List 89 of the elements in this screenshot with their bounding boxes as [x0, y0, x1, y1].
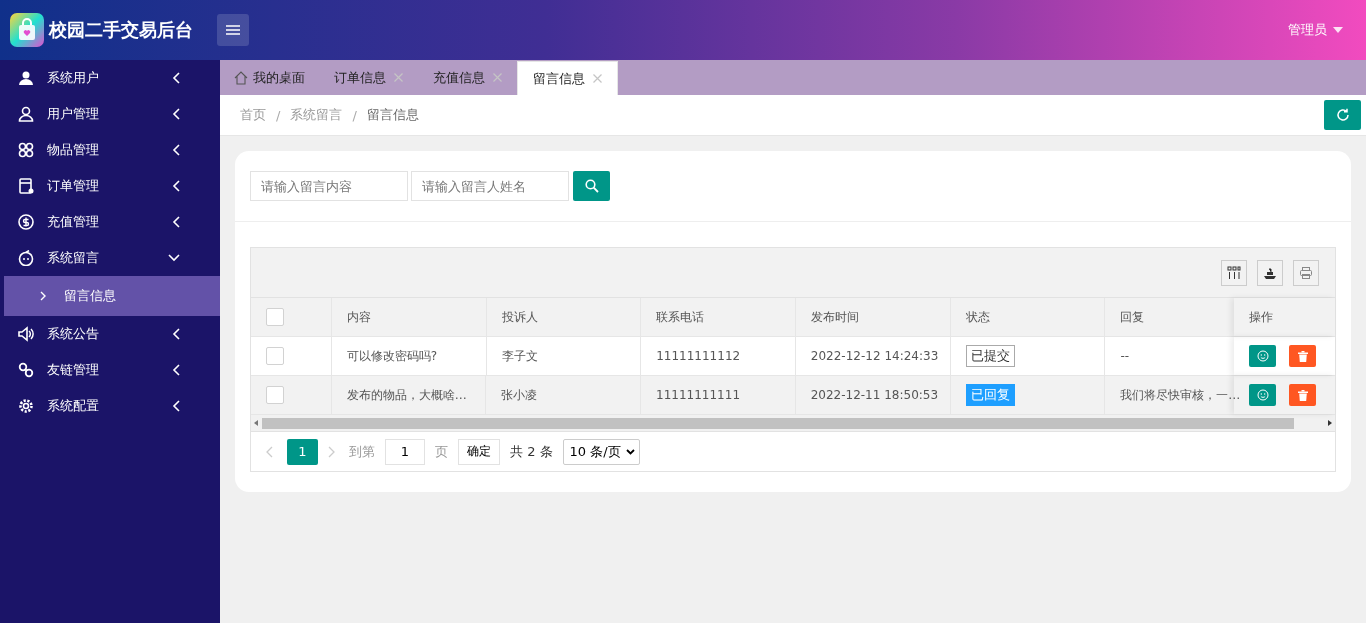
table-cell: 2022-12-12 14:24:33	[810, 349, 939, 363]
column-header: 回复	[1119, 308, 1146, 326]
search-field[interactable]: 请输入留言内容	[250, 171, 408, 201]
scrollbar-thumb[interactable]	[262, 417, 1294, 429]
sidebar-item[interactable]: 订单管理	[0, 168, 220, 204]
chevron-right-icon	[328, 445, 335, 458]
table-cell: 11111111111	[656, 388, 740, 402]
table-cell: 发布的物品，大概啥…	[346, 386, 467, 404]
home-icon	[234, 70, 248, 85]
status-tag: 已回复	[965, 384, 1015, 406]
refresh-button[interactable]	[1324, 100, 1361, 130]
page-input[interactable]: 1	[385, 438, 425, 465]
gear-icon	[18, 398, 34, 414]
ship-icon	[1263, 265, 1277, 280]
goto-label: 到第	[349, 442, 375, 461]
smiley-icon	[1256, 389, 1269, 401]
caret-down-icon	[1333, 27, 1343, 33]
smiley-icon	[18, 250, 34, 266]
table-cell: 李子文	[501, 347, 538, 365]
column-header: 内容	[331, 298, 487, 336]
shopping-bag-logo-icon	[10, 13, 44, 47]
table-cell: 可以修改密码吗?	[346, 347, 438, 365]
table-cell: --	[1120, 349, 1130, 363]
printer-icon	[1299, 265, 1313, 280]
sidebar-item[interactable]: 物品管理	[0, 132, 220, 168]
tab[interactable]: 订单信息	[319, 60, 418, 95]
caret-down-icon	[625, 448, 635, 455]
speaker-icon	[18, 326, 34, 342]
tab[interactable]: 充值信息	[418, 60, 517, 95]
page-unit-label: 页	[435, 442, 448, 461]
toolbar-button[interactable]	[1257, 259, 1283, 286]
page-button[interactable]: 1	[287, 438, 318, 465]
sidebar-item[interactable]: 系统公告	[0, 316, 220, 352]
checkbox[interactable]	[266, 386, 284, 404]
user-icon	[18, 70, 34, 86]
total-count: 共 2 条	[510, 442, 553, 461]
tab[interactable]: 留言信息	[517, 61, 618, 95]
checkbox[interactable]	[266, 347, 284, 365]
confirm-button[interactable]: 确定	[458, 438, 500, 465]
page-size-select[interactable]: 10 条/页	[562, 438, 640, 465]
menu-toggle-button[interactable]	[217, 14, 249, 46]
scroll-left-icon	[254, 420, 258, 426]
delete-button[interactable]	[1289, 345, 1317, 367]
column-header: 发布时间	[796, 298, 951, 336]
sidebar-item[interactable]: 用户管理	[0, 96, 220, 132]
dollar-icon	[18, 214, 34, 230]
columns-icon	[1227, 265, 1241, 280]
trash-icon	[1297, 350, 1308, 362]
scroll-right-icon	[1328, 420, 1332, 426]
tab[interactable]: 我的桌面	[220, 60, 319, 95]
table-cell: 11111111112	[656, 349, 741, 363]
reply-button[interactable]	[1249, 345, 1277, 367]
checkbox[interactable]	[266, 308, 284, 326]
breadcrumb-separator: /	[276, 107, 281, 123]
search-icon	[584, 179, 599, 193]
column-header: 投诉人	[486, 298, 642, 336]
menu-icon	[226, 25, 240, 35]
search-button[interactable]	[573, 171, 610, 201]
card-icon	[18, 178, 34, 194]
trash-icon	[1297, 389, 1308, 401]
delete-button[interactable]	[1289, 384, 1317, 406]
table-cell: 2022-12-11 18:50:53	[810, 388, 939, 402]
refresh-icon	[1335, 108, 1350, 122]
reply-button[interactable]	[1249, 384, 1277, 406]
app-title: 校园二手交易后台	[49, 18, 193, 42]
column-header: 联系电话	[641, 298, 796, 336]
chevron-left-icon	[266, 445, 273, 458]
smiley-icon	[1256, 350, 1269, 362]
sidebar-item[interactable]: 系统留言	[0, 240, 220, 276]
user-outline-icon	[18, 106, 34, 122]
breadcrumb-link[interactable]: 留言信息	[366, 106, 419, 124]
status-tag: 已提交	[965, 345, 1015, 367]
sidebar-item[interactable]: 系统配置	[0, 388, 220, 424]
link-icon	[18, 362, 34, 378]
user-menu[interactable]: 管理员	[1288, 17, 1343, 43]
table-cell: 我们将尽快审核，一…	[1120, 386, 1241, 404]
column-header: 操作	[1234, 298, 1335, 336]
toolbar-button[interactable]	[1221, 259, 1247, 286]
chevron-right-icon	[40, 291, 46, 301]
search-field[interactable]: 请输入留言人姓名	[411, 171, 569, 201]
sidebar-item[interactable]: 友链管理	[0, 352, 220, 388]
column-header: 状态	[950, 298, 1106, 336]
horizontal-scrollbar[interactable]	[251, 415, 1335, 432]
four-circles-icon	[18, 142, 34, 158]
sidebar-item[interactable]: 系统用户	[0, 60, 220, 96]
table-cell: 张小凌	[501, 386, 538, 404]
sidebar-item[interactable]: 充值管理	[0, 204, 220, 240]
breadcrumb-separator: /	[352, 107, 357, 123]
sidebar-subitem[interactable]: 留言信息	[4, 276, 220, 316]
